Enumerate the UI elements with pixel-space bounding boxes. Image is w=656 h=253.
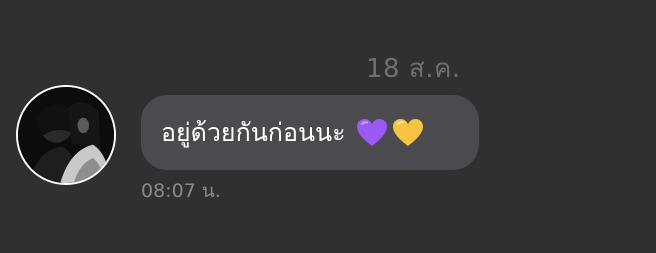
- message-bubble[interactable]: อยู่ด้วยกันก่อนนะ: [141, 95, 479, 170]
- message-timestamp: 08:07 น.: [141, 180, 221, 202]
- avatar-photo: [18, 87, 114, 183]
- message-emoji: [356, 118, 424, 148]
- avatar[interactable]: [16, 85, 116, 185]
- purple-heart-icon: [356, 118, 388, 148]
- message-text: อยู่ด้วยกันก่อนนะ: [161, 117, 346, 147]
- yellow-heart-icon: [392, 118, 424, 148]
- date-separator: 18 ส.ค.: [366, 54, 461, 84]
- chat-thread: 18 ส.ค. อยู่ด้วยกันก่อนนะ 08:07 น.: [0, 0, 656, 253]
